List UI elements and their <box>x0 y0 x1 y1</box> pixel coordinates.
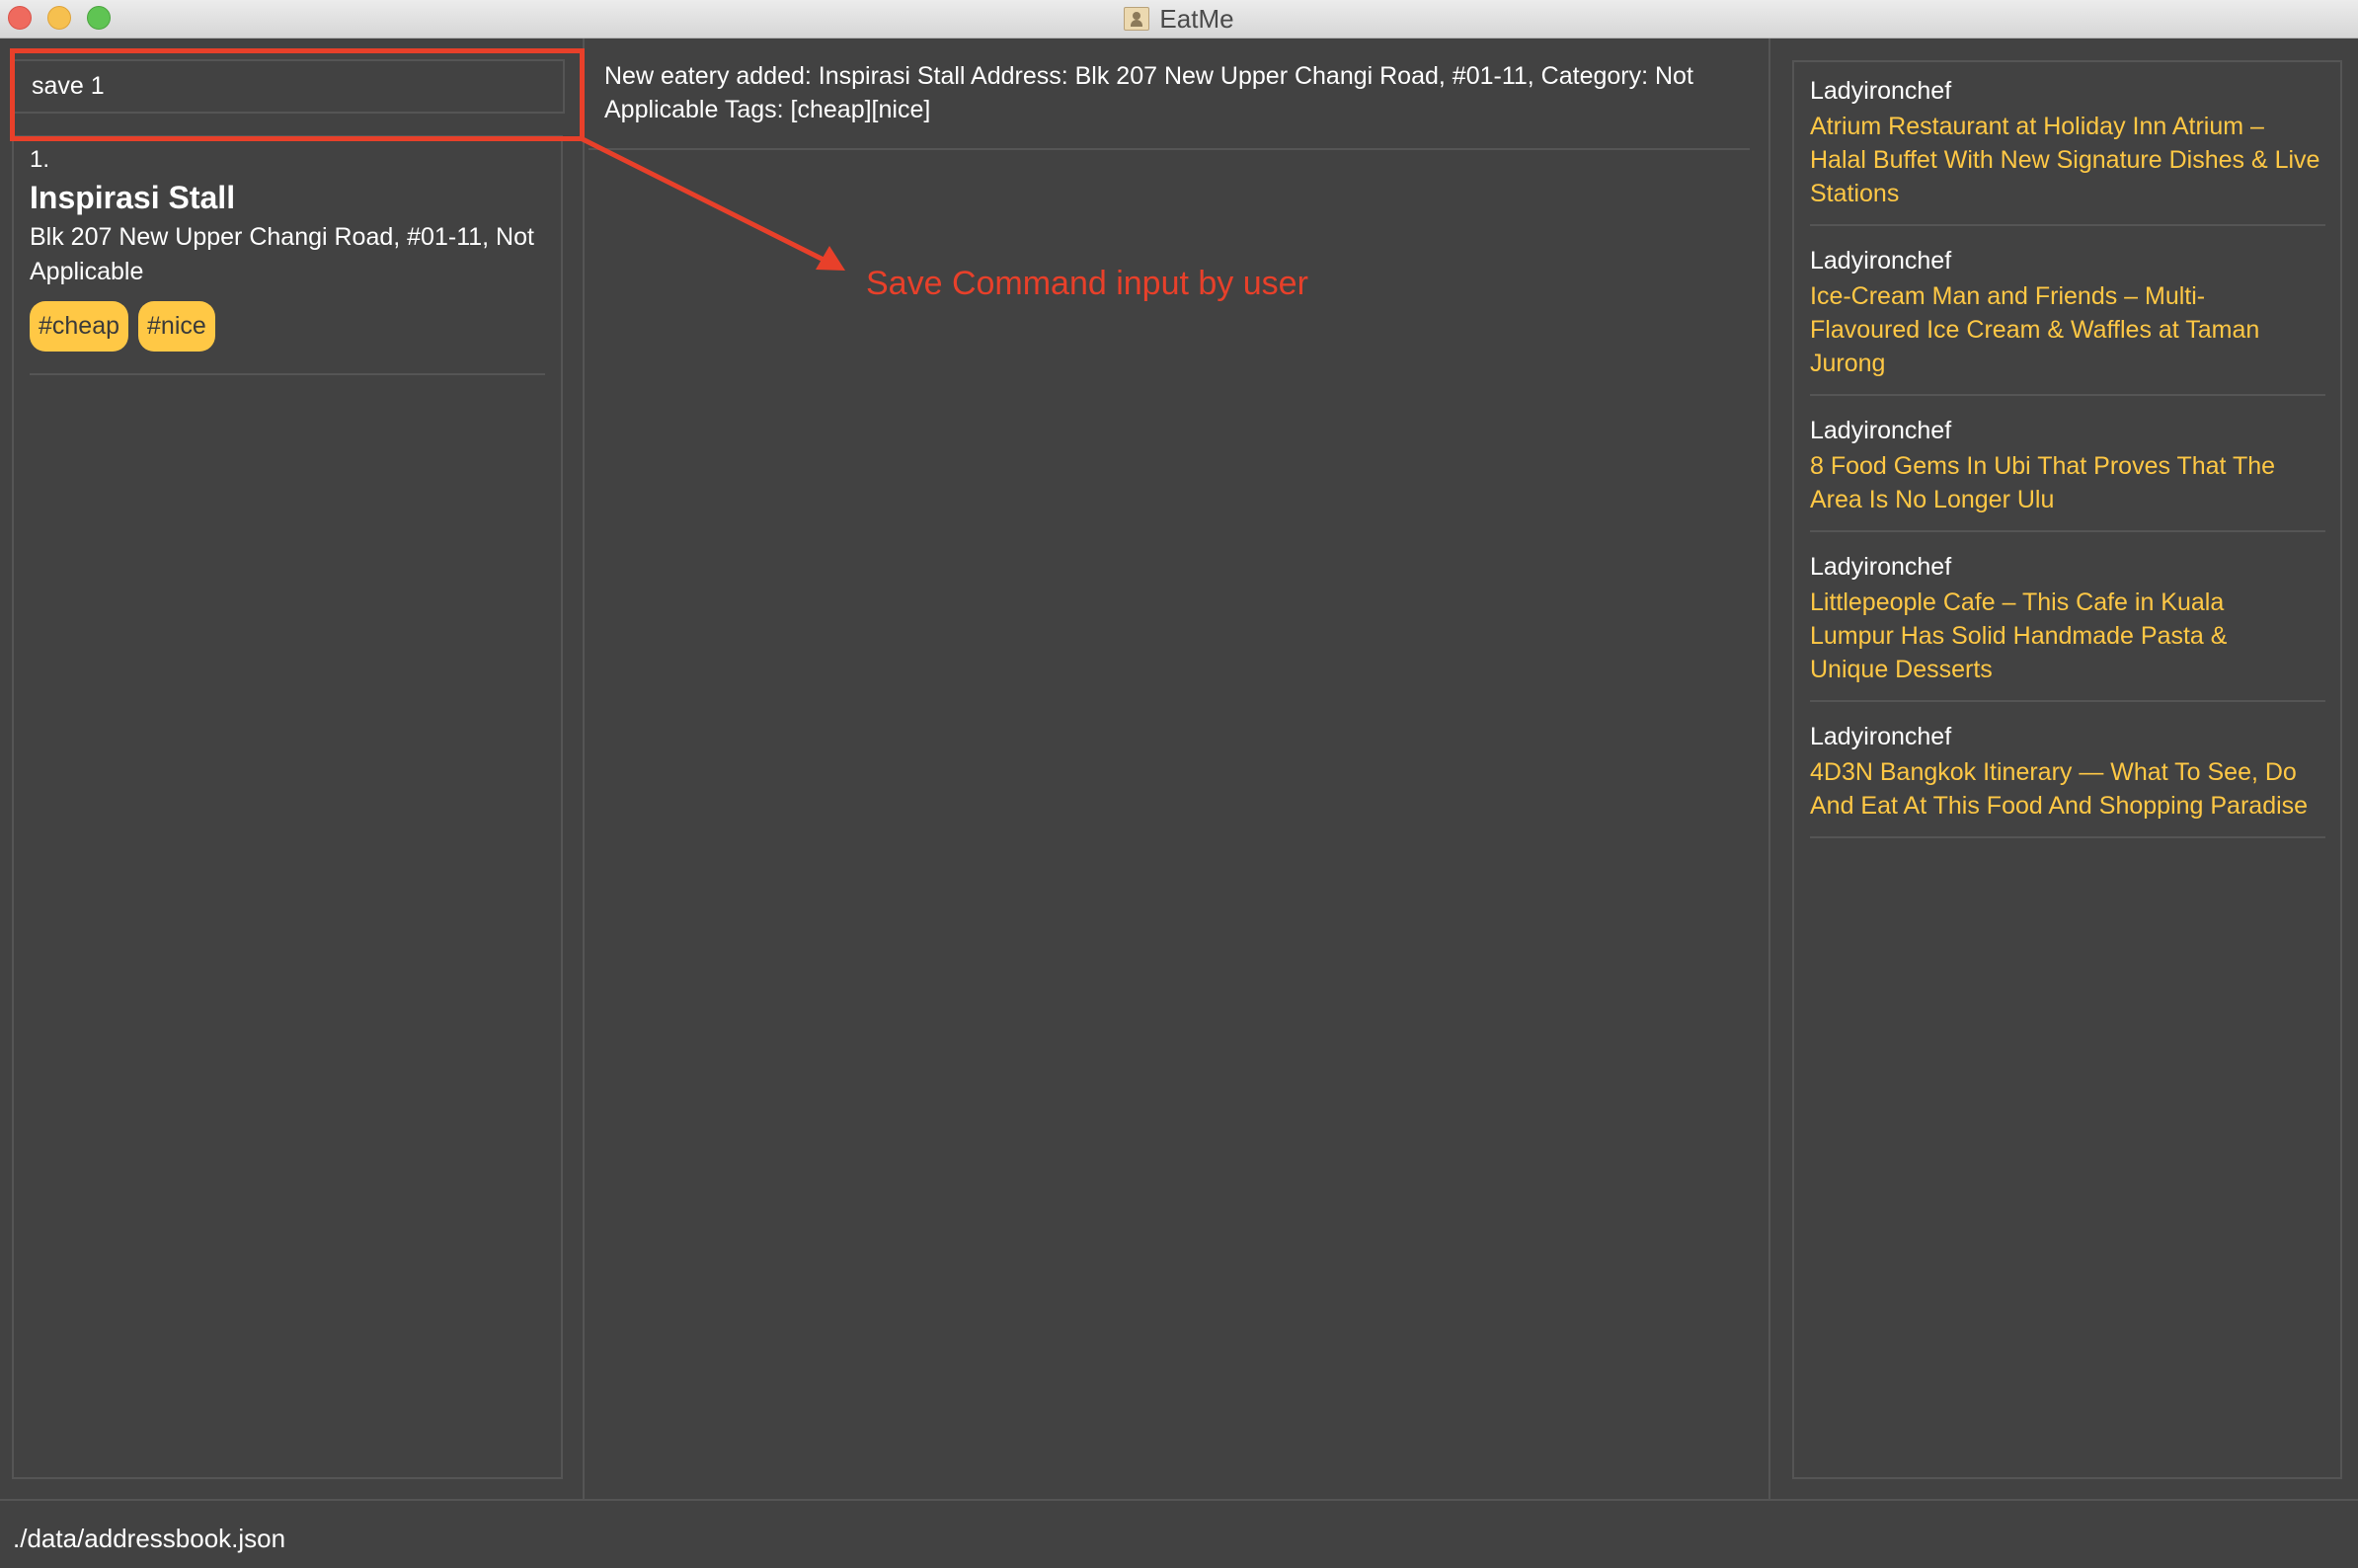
eatery-index: 1. <box>30 146 50 173</box>
annotation-arrow-line <box>578 135 825 262</box>
annotation-arrow-head <box>816 246 845 271</box>
feed-source: Ladyironchef <box>1810 77 1952 105</box>
eatery-card[interactable]: 1. Inspirasi Stall Blk 207 New Upper Cha… <box>30 145 545 375</box>
feed-source: Ladyironchef <box>1810 247 1952 274</box>
status-bar-divider <box>0 1499 2358 1501</box>
feed-article-link[interactable]: Atrium Restaurant at Holiday Inn Atrium … <box>1810 110 2325 210</box>
eatery-name: Inspirasi Stall <box>30 180 236 215</box>
card-separator <box>30 373 545 375</box>
feed-item: Ladyironchef Ice-Cream Man and Friends –… <box>1810 244 2325 396</box>
feed-source: Ladyironchef <box>1810 723 1952 750</box>
feed-article-link[interactable]: 8 Food Gems In Ubi That Proves That The … <box>1810 449 2325 516</box>
command-input[interactable] <box>12 59 565 114</box>
feed-article-link[interactable]: Littlepeople Cafe – This Cafe in Kuala L… <box>1810 586 2284 686</box>
tag-badge: #nice <box>138 301 215 352</box>
annotation-label: Save Command input by user <box>866 265 1308 302</box>
panel-divider-left[interactable] <box>583 39 585 1501</box>
eatery-list-panel: 1. Inspirasi Stall Blk 207 New Upper Cha… <box>12 135 563 1479</box>
window-title: EatMe <box>1159 3 1234 34</box>
panel-divider-right[interactable] <box>1768 39 1770 1501</box>
feed-item: Ladyironchef 4D3N Bangkok Itinerary — Wh… <box>1810 720 2325 838</box>
feed-article-link[interactable]: 4D3N Bangkok Itinerary — What To See, Do… <box>1810 755 2333 823</box>
eatery-tags: #cheap #nice <box>30 301 545 352</box>
eatery-address: Blk 207 New Upper Changi Road, #01-11, N… <box>30 223 534 285</box>
address-book-icon <box>1124 7 1150 31</box>
feed-list: Ladyironchef Atrium Restaurant at Holida… <box>1810 74 2325 856</box>
storage-file-path: ./data/addressbook.json <box>13 1524 286 1553</box>
feed-source: Ladyironchef <box>1810 553 1952 581</box>
feed-item: Ladyironchef Littlepeople Cafe – This Ca… <box>1810 550 2325 702</box>
feed-panel: Ladyironchef Atrium Restaurant at Holida… <box>1792 60 2342 1479</box>
feed-item: Ladyironchef Atrium Restaurant at Holida… <box>1810 74 2325 226</box>
feed-article-link[interactable]: Ice-Cream Man and Friends – Multi-Flavou… <box>1810 279 2274 380</box>
result-display-separator <box>589 148 1750 150</box>
feed-item: Ladyironchef 8 Food Gems In Ubi That Pro… <box>1810 414 2325 532</box>
result-display: New eatery added: Inspirasi Stall Addres… <box>604 62 1693 123</box>
title-bar: EatMe <box>0 0 2358 39</box>
feed-source: Ladyironchef <box>1810 417 1952 444</box>
tag-badge: #cheap <box>30 301 129 352</box>
window-title-group: EatMe <box>0 0 2358 38</box>
